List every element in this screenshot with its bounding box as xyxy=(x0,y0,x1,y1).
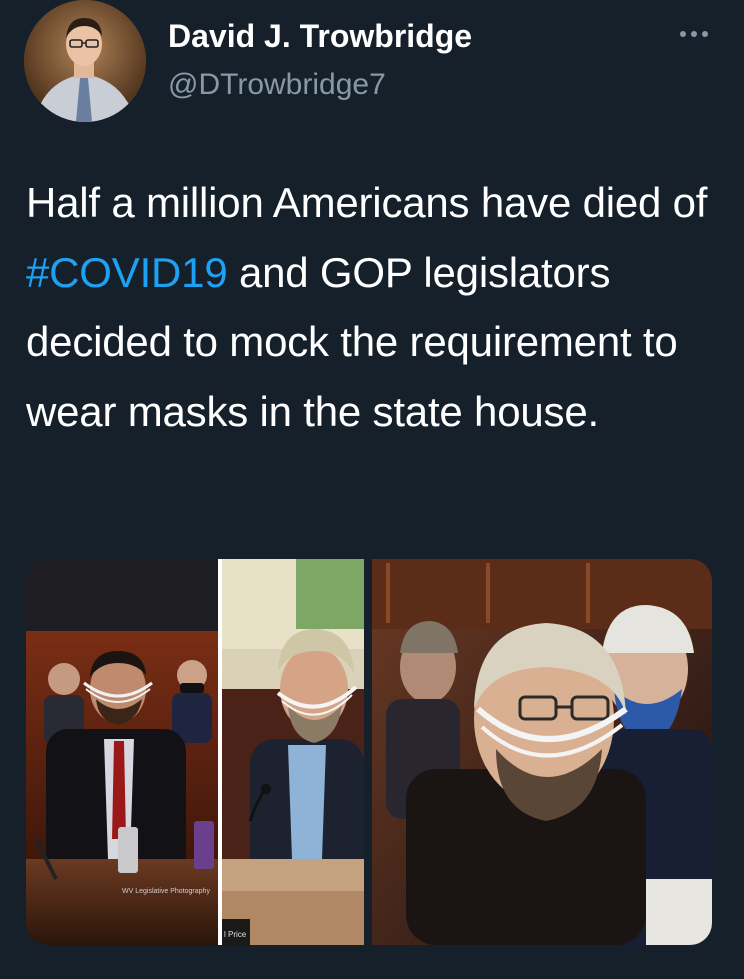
tweet-text: Half a million Americans have died of #C… xyxy=(26,168,726,446)
profile-photo xyxy=(24,0,146,122)
tweet-header: David J. Trowbridge @DTrowbridge7 xyxy=(0,0,744,130)
user-handle[interactable]: @DTrowbridge7 xyxy=(168,68,386,102)
photo-collage: WV Legislative Photography l Price xyxy=(26,559,712,945)
tweet-media-image[interactable]: WV Legislative Photography l Price xyxy=(26,559,712,945)
avatar[interactable] xyxy=(24,0,146,122)
tweet-text-part: Half a million Americans have died of xyxy=(26,179,708,226)
display-name[interactable]: David J. Trowbridge xyxy=(168,18,472,55)
hashtag-link[interactable]: #COVID19 xyxy=(26,249,228,296)
photo-credit-2: l Price xyxy=(224,930,247,939)
more-options-icon[interactable] xyxy=(672,16,716,52)
photo-credit-1: WV Legislative Photography xyxy=(122,888,210,895)
